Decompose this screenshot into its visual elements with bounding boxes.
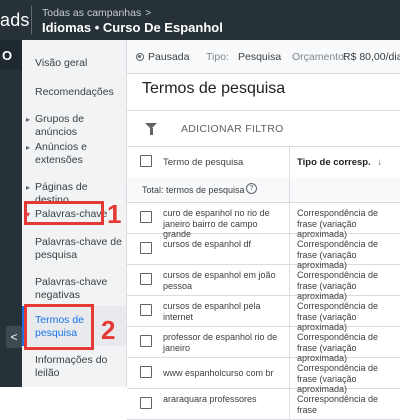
sidebar-item-label: Visão geral: [35, 57, 88, 69]
column-header-match-type-label: Tipo de corresp.: [297, 157, 371, 168]
search-term: professor de espanhol rio de janeiro: [163, 332, 278, 353]
column-divider: [289, 234, 290, 264]
table-header: Termo de pesquisa Tipo de corresp. ↓: [127, 146, 400, 178]
breadcrumb-parent[interactable]: Todas as campanhas: [42, 7, 141, 19]
type-label: Tipo:: [206, 51, 229, 63]
table-row[interactable]: cursos de espanhol pela internet Corresp…: [127, 296, 400, 332]
column-header-term[interactable]: Termo de pesquisa: [163, 157, 243, 168]
search-term: www espanholcurso com br: [163, 368, 274, 378]
search-term: cursos de espanhol pela internet: [163, 301, 261, 322]
column-divider: [289, 296, 290, 326]
campaign-status-bar: Pausada Tipo: Pesquisa Orçamento: R$ 80,…: [127, 40, 400, 74]
select-all-checkbox[interactable]: [140, 155, 152, 167]
table-row[interactable]: araraquara professores Correspondência d…: [127, 389, 400, 420]
filter-toolbar: ADICIONAR FILTRO: [127, 110, 400, 145]
budget-value[interactable]: R$ 80,00/dia: [343, 51, 400, 63]
sort-down-icon: ↓: [377, 157, 383, 168]
column-divider: [289, 389, 290, 419]
chevron-right-icon: >: [145, 8, 152, 19]
sidebar-item-label: Recomendações: [35, 86, 114, 98]
add-filter-button[interactable]: ADICIONAR FILTRO: [181, 123, 284, 135]
sidebar-item-recomendacoes[interactable]: Recomendações: [22, 86, 126, 100]
row-checkbox[interactable]: [140, 397, 152, 409]
header-divider: [31, 6, 32, 34]
row-checkbox[interactable]: [140, 366, 152, 378]
row-checkbox[interactable]: [140, 304, 152, 316]
search-term: cursos de espanhol df: [163, 239, 252, 249]
collapse-sidebar-button[interactable]: <: [6, 326, 22, 348]
rail-icon[interactable]: O: [2, 48, 12, 63]
page-title: Termos de pesquisa: [142, 80, 286, 97]
search-term: araraquara professores: [163, 394, 257, 404]
table-row[interactable]: cursos de espanhol df Correspondência de…: [127, 234, 400, 270]
sidebar-item-palavras-chave-negativas[interactable]: Palavras-chave negativas: [22, 276, 126, 304]
column-divider: [289, 177, 290, 202]
table-row[interactable]: professor de espanhol rio de janeiro Cor…: [127, 327, 400, 363]
sidebar-item-label: Informações do leilão: [35, 354, 108, 379]
row-checkbox[interactable]: [140, 211, 152, 223]
total-label: Total: termos de pesquisa: [142, 185, 245, 195]
sidebar-item-palavras-chave-de-pesquisa[interactable]: Palavras-chave de pesquisa: [22, 236, 126, 264]
budget-label: Orçamento:: [292, 51, 347, 63]
expand-arrow-icon: ▸: [26, 183, 31, 192]
type-value: Pesquisa: [238, 51, 282, 63]
annotation-box-1: [24, 201, 104, 225]
total-row: Total: termos de pesquisa ?: [127, 177, 400, 203]
table-row[interactable]: www espanholcurso com br Correspondência…: [127, 358, 400, 394]
column-header-match-type[interactable]: Tipo de corresp. ↓: [297, 157, 382, 168]
expand-arrow-icon: ▸: [26, 143, 31, 152]
help-icon[interactable]: ?: [246, 183, 257, 194]
row-checkbox[interactable]: [140, 242, 152, 254]
sidebar-item-informacoes-do-leilao[interactable]: Informações do leilão: [22, 354, 126, 382]
sidebar-item-label: Palavras-chave negativas: [35, 276, 108, 301]
column-divider: [289, 265, 290, 295]
breadcrumb[interactable]: Todas as campanhas >: [42, 7, 151, 19]
paused-icon: [136, 53, 144, 61]
sidebar-item-grupos-de-anuncios[interactable]: ▸ Grupos de anúncios: [22, 113, 126, 138]
sidebar-item-label: Palavras-chave de pesquisa: [35, 236, 122, 261]
annotation-box-2: [24, 304, 94, 350]
column-divider: [289, 358, 290, 388]
row-checkbox[interactable]: [140, 335, 152, 347]
annotation-number-1: 1: [107, 199, 122, 229]
column-divider: [289, 327, 290, 357]
filter-icon[interactable]: [145, 123, 157, 135]
campaign-status[interactable]: Pausada: [148, 51, 189, 63]
expand-arrow-icon: ▸: [26, 115, 31, 124]
sidebar-item-label: Anúncios e extensões: [35, 141, 87, 166]
column-divider: [289, 147, 290, 177]
table-row[interactable]: cursos de espanhol em joão pessoa Corres…: [127, 265, 400, 301]
sidebar-item-anuncios-e-extensoes[interactable]: ▸ Anúncios e extensões: [22, 141, 126, 169]
table-row[interactable]: curo de espanhol no rio de janeiro bairr…: [127, 203, 400, 239]
sidebar-item-visao-geral[interactable]: Visão geral: [22, 57, 126, 71]
search-term: cursos de espanhol em joão pessoa: [163, 270, 276, 291]
sidebar-item-paginas-de-destino[interactable]: ▸ Páginas de destino: [22, 181, 126, 206]
sidebar-item-label: Grupos de anúncios: [35, 113, 85, 138]
google-ads-logo[interactable]: ads: [0, 10, 29, 31]
row-checkbox[interactable]: [140, 273, 152, 285]
annotation-number-2: 2: [101, 315, 116, 345]
campaign-title[interactable]: Idiomas • Curso De Espanhol: [42, 20, 223, 35]
column-divider: [289, 203, 290, 233]
match-type: Correspondência de frase: [297, 394, 379, 415]
top-bar: ads Todas as campanhas > Idiomas • Curso …: [0, 0, 400, 40]
